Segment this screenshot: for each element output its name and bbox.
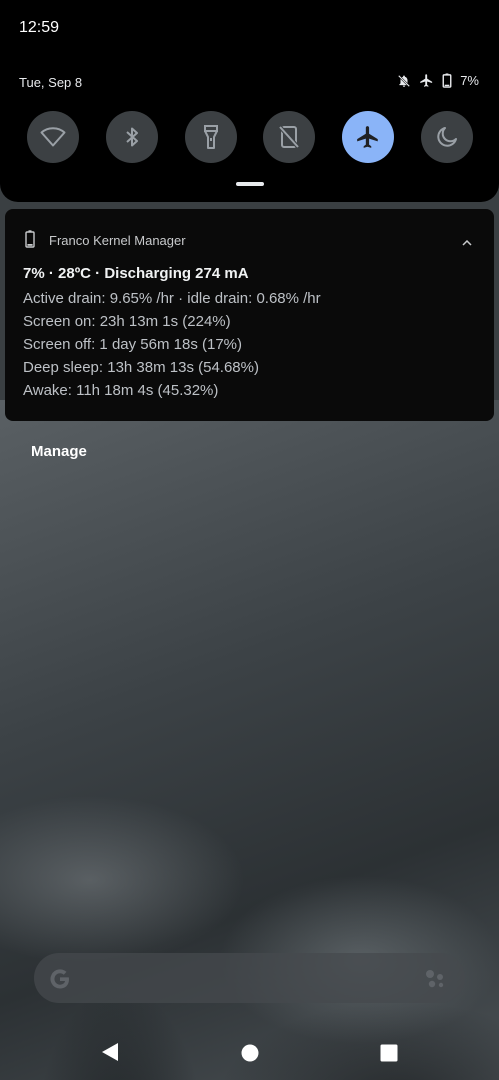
tile-auto-rotate[interactable] [263, 111, 316, 163]
back-icon[interactable] [101, 1042, 119, 1067]
deep-sleep-line: Deep sleep: 13h 38m 13s (54.68%) [23, 359, 259, 376]
tile-flashlight[interactable] [184, 111, 237, 163]
collapse-chevron-icon[interactable] [462, 233, 472, 251]
manage-notifications-button[interactable]: Manage [31, 443, 87, 460]
tile-bluetooth[interactable] [105, 111, 158, 163]
notification-card[interactable]: Franco Kernel Manager 7% · 28ºC · Discha… [5, 209, 494, 421]
clock: 12:59 [19, 19, 60, 36]
phone-screen: 12:59 Tue, Sep 8 7% Franco Kernel Manage… [0, 0, 499, 1080]
notification-title: 7% · 28ºC · Discharging 274 mA [23, 265, 249, 282]
airplane-icon [419, 73, 434, 88]
awake-line: Awake: 11h 18m 4s (45.32%) [23, 382, 219, 399]
airplane-icon [357, 126, 378, 148]
rotation-lock-icon [278, 125, 300, 149]
tile-night-mode[interactable] [420, 111, 473, 163]
quick-settings-panel: 12:59 Tue, Sep 8 7% [0, 0, 499, 202]
status-icons: 7% [397, 73, 479, 88]
quick-settings-tiles [27, 111, 473, 163]
home-icon[interactable] [241, 1044, 259, 1067]
notification-body: Active drain: 9.65% /hr · idle drain: 0.… [23, 287, 321, 402]
drag-handle[interactable] [236, 182, 264, 186]
notifications-off-icon [397, 74, 411, 88]
bluetooth-icon [126, 127, 138, 147]
screen-off-line: Screen off: 1 day 56m 18s (17%) [23, 336, 243, 353]
google-search-bar[interactable] [34, 953, 465, 1003]
navigation-bar [0, 1025, 499, 1080]
active-drain-line: Active drain: 9.65% /hr · idle drain: 0.… [23, 290, 321, 307]
battery-icon [25, 230, 35, 251]
assistant-icon[interactable] [423, 968, 447, 995]
moon-icon [437, 127, 457, 147]
tile-wifi[interactable] [27, 111, 79, 163]
screen-on-line: Screen on: 23h 13m 1s (224%) [23, 313, 231, 330]
date-label[interactable]: Tue, Sep 8 [19, 75, 82, 90]
recents-icon[interactable] [380, 1044, 398, 1067]
notification-header: Franco Kernel Manager [25, 230, 186, 251]
google-logo-icon [46, 965, 74, 998]
battery-percent: 7% [460, 73, 479, 88]
wifi-icon [40, 127, 66, 147]
battery-icon [442, 73, 452, 88]
tile-airplane-mode[interactable] [342, 111, 395, 163]
notification-app-name: Franco Kernel Manager [49, 233, 186, 248]
flashlight-icon [203, 125, 218, 149]
